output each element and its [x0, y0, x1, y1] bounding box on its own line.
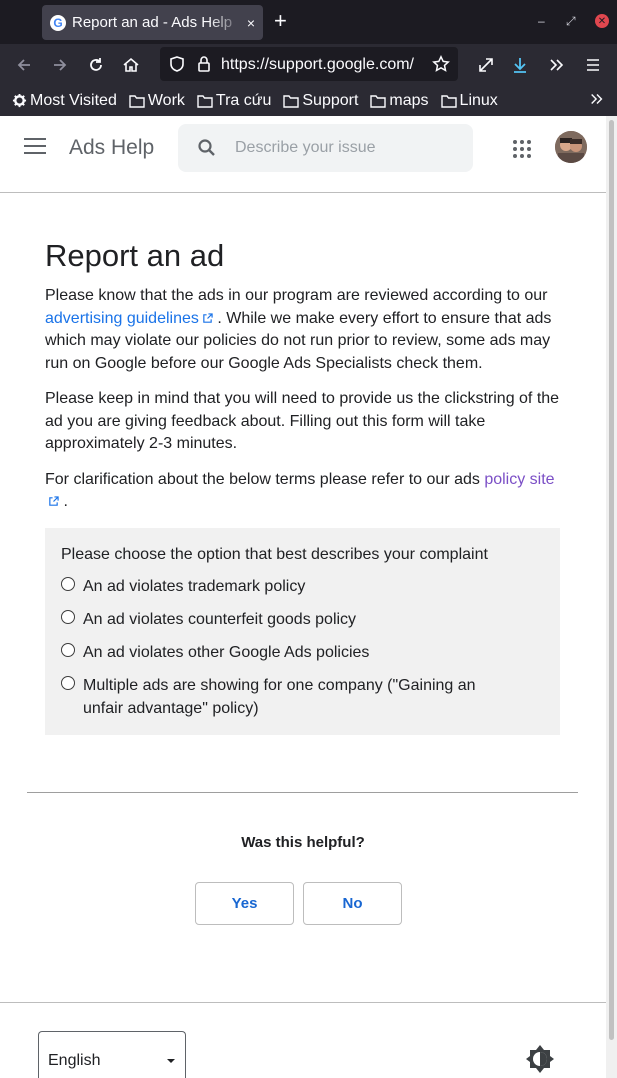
reload-icon[interactable]: [85, 54, 107, 76]
bookmark-linux[interactable]: Linux: [440, 91, 498, 110]
advertising-guidelines-label: advertising guidelines: [45, 309, 199, 327]
back-icon[interactable]: [13, 54, 35, 76]
hamburger-menu-icon[interactable]: [582, 54, 604, 76]
radio-button[interactable]: [61, 643, 75, 657]
browser-tab-bar: G Report an ad - Ads Help × + – ⤢ ✕: [0, 0, 617, 44]
main-menu-icon[interactable]: [24, 138, 46, 156]
folder-icon: [129, 94, 145, 108]
minimize-button[interactable]: –: [538, 14, 545, 28]
page-title: Report an ad: [45, 238, 225, 273]
header-divider: [0, 192, 606, 193]
search-input[interactable]: Describe your issue: [235, 139, 376, 157]
search-icon: [198, 139, 215, 156]
option-trademark[interactable]: An ad violates trademark policy: [61, 575, 544, 598]
footer-divider: [0, 1002, 606, 1003]
external-link-icon: [49, 496, 59, 506]
radio-button[interactable]: [61, 610, 75, 624]
clarification-text-start: For clarification about the below terms …: [45, 470, 485, 488]
bookmark-work[interactable]: Work: [129, 92, 185, 110]
no-button[interactable]: No: [303, 882, 402, 925]
forward-icon[interactable]: [49, 54, 71, 76]
url-text[interactable]: https://support.google.com/: [221, 56, 423, 74]
page-content: Ads Help Describe your issue Report an a…: [0, 116, 606, 1078]
help-center-header: Ads Help Describe your issue: [0, 116, 606, 180]
language-select[interactable]: English: [38, 1031, 186, 1078]
bookmarks-overflow-icon[interactable]: [589, 91, 605, 112]
bookmark-label: Most Visited: [30, 91, 117, 109]
product-name[interactable]: Ads Help: [69, 136, 154, 160]
new-tab-button[interactable]: +: [274, 10, 287, 32]
advertising-guidelines-link[interactable]: advertising guidelines: [45, 310, 213, 327]
url-bar[interactable]: https://support.google.com/: [160, 47, 458, 81]
bookmark-tra-cuu[interactable]: Tra cứu: [197, 92, 271, 110]
option-label[interactable]: An ad violates other Google Ads policies: [83, 641, 503, 664]
complaint-form: Please choose the option that best descr…: [45, 528, 560, 735]
policy-site-label: policy site: [484, 470, 555, 488]
browser-tab[interactable]: G Report an ad - Ads Help ×: [42, 5, 263, 40]
page-scrollbar[interactable]: [606, 116, 617, 1078]
bookmark-label: Work: [147, 91, 185, 109]
folder-icon: [440, 94, 457, 108]
bookmark-most-visited[interactable]: Most Visited: [12, 92, 117, 110]
dark-mode-toggle-icon[interactable]: [525, 1044, 555, 1078]
helpful-question: Was this helpful?: [241, 834, 365, 851]
shield-icon[interactable]: [166, 53, 188, 75]
option-multiple-ads[interactable]: Multiple ads are showing for one company…: [61, 674, 544, 720]
window-close-button[interactable]: ✕: [595, 14, 609, 28]
download-icon[interactable]: [509, 54, 531, 76]
avatar[interactable]: [555, 131, 587, 163]
clickstring-paragraph: Please keep in mind that you will need t…: [45, 390, 560, 452]
bookmark-label: Linux: [459, 91, 498, 109]
radio-button[interactable]: [61, 577, 75, 591]
scrollbar-thumb[interactable]: [609, 120, 614, 1040]
tab-close-button[interactable]: ×: [247, 15, 255, 31]
overflow-icon[interactable]: [546, 54, 568, 76]
clarification-paragraph: For clarification about the below terms …: [45, 469, 560, 514]
maximize-button[interactable]: ⤢: [566, 14, 576, 29]
google-apps-icon[interactable]: [513, 140, 531, 158]
tab-title: Report an ad - Ads Help: [72, 14, 233, 31]
option-other-policies[interactable]: An ad violates other Google Ads policies: [61, 641, 544, 664]
radio-button[interactable]: [61, 676, 75, 690]
dropdown-caret-icon: [167, 1059, 175, 1063]
folder-icon: [370, 94, 387, 108]
complaint-question: Please choose the option that best descr…: [61, 546, 488, 563]
home-icon[interactable]: [120, 54, 142, 76]
option-label[interactable]: An ad violates trademark policy: [83, 575, 503, 598]
star-icon[interactable]: [430, 53, 452, 75]
search-box[interactable]: Describe your issue: [178, 124, 473, 172]
external-link-icon: [203, 312, 213, 323]
folder-icon: [197, 94, 213, 108]
bookmarks-toolbar: Most Visited Work Tra cứu Support maps L…: [0, 85, 617, 116]
option-counterfeit[interactable]: An ad violates counterfeit goods policy: [61, 608, 544, 631]
gear-icon: [12, 93, 27, 108]
intro-text-start: Please know that the ads in our program …: [45, 287, 548, 304]
folder-icon: [283, 94, 300, 108]
bookmark-label: Tra cứu: [215, 91, 272, 109]
lock-icon[interactable]: [193, 53, 215, 75]
language-value: English: [48, 1052, 101, 1069]
article: Report an ad Please know that the ads in…: [45, 236, 560, 514]
intro-paragraph: Please know that the ads in our program …: [45, 285, 560, 375]
bookmark-label: Support: [302, 91, 359, 109]
bookmark-support[interactable]: Support: [283, 92, 358, 110]
bookmark-maps[interactable]: maps: [370, 91, 429, 110]
option-label[interactable]: An ad violates counterfeit goods policy: [83, 608, 503, 631]
browser-toolbar: https://support.google.com/: [0, 44, 617, 85]
feedback-divider: [27, 792, 578, 793]
google-favicon-icon: G: [50, 14, 66, 31]
bookmark-label: maps: [389, 91, 429, 109]
yes-button[interactable]: Yes: [195, 882, 294, 925]
clarification-text-end: .: [59, 493, 68, 510]
expand-icon[interactable]: [475, 54, 497, 76]
option-label[interactable]: Multiple ads are showing for one company…: [83, 674, 503, 720]
